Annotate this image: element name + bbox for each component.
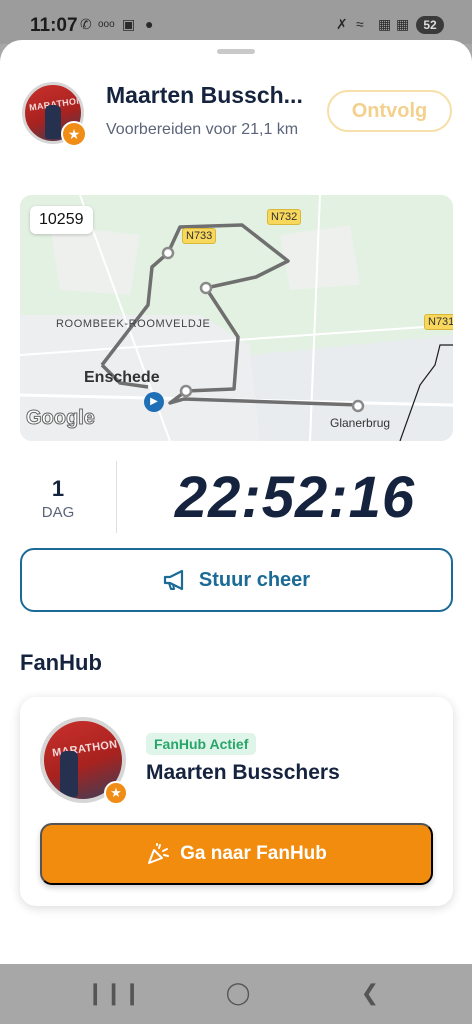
fanhub-runner-name: Maarten Busschers — [146, 761, 340, 784]
signal-icon: ▦ — [378, 16, 392, 32]
back-icon[interactable]: ❮ — [350, 980, 390, 1008]
route-map[interactable]: 10259 N733 N732 N731 ROOMBEEK-ROOMVELDJE… — [20, 195, 453, 441]
runner-sheet: MARATHON ★ Maarten Bussch... Voorbereide… — [0, 40, 472, 964]
mail-icon: ▣ — [122, 16, 136, 32]
dot-icon: ● — [145, 16, 154, 32]
district-label: ROOMBEEK-ROOMVELDJE — [56, 318, 211, 330]
bib-number: 10259 — [30, 206, 93, 234]
fanhub-card: MARATHON ★ FanHub Actief Maarten Bussche… — [20, 697, 453, 906]
home-icon[interactable]: ◯ — [218, 980, 258, 1008]
road-label: N731 — [424, 314, 453, 330]
runner-name: Maarten Bussch... — [106, 82, 303, 108]
send-cheer-label: Stuur cheer — [198, 568, 311, 591]
battery-indicator: 52 — [416, 16, 444, 34]
google-logo: Google — [26, 407, 96, 430]
days-count: 1 — [51, 476, 65, 501]
send-cheer-button[interactable]: Stuur cheer — [20, 548, 453, 612]
go-to-fanhub-label: Ga naar FanHub — [180, 843, 327, 864]
road-label: N732 — [267, 209, 302, 225]
elapsed-time: 22:52:16 — [174, 465, 416, 530]
party-popper-icon — [148, 843, 170, 864]
wifi-icon: ≈ — [356, 16, 364, 32]
road-label: N733 — [182, 228, 217, 244]
system-nav-bar: ❙❙❙ ◯ ❮ — [0, 964, 472, 1024]
town-label: Glanerbrug — [330, 416, 391, 430]
signal-icon: ▦ — [396, 16, 410, 32]
days-label: DAG — [41, 504, 75, 521]
drag-handle[interactable] — [217, 49, 255, 54]
divider — [116, 461, 117, 533]
avatar-person — [45, 105, 61, 139]
play-icon[interactable]: ▶ — [144, 392, 164, 412]
fanhub-avatar[interactable]: MARATHON ★ — [40, 717, 128, 805]
runner-avatar[interactable]: MARATHON ★ — [22, 82, 87, 147]
runner-goal: Voorbereiden voor 21,1 km — [106, 121, 299, 138]
megaphone-icon — [163, 569, 184, 591]
fanhub-section-title: FanHub — [20, 650, 102, 675]
status-time: 11:07 — [30, 15, 78, 36]
status-badge: FanHub Actief — [146, 733, 257, 755]
star-icon: ★ — [61, 121, 87, 147]
unfollow-button[interactable]: Ontvolg — [327, 90, 452, 132]
go-to-fanhub-button[interactable]: Ga naar FanHub — [40, 823, 433, 885]
news-icon: ooo — [98, 19, 115, 30]
mute-icon: ✗ — [336, 16, 348, 32]
whatsapp-icon: ✆ — [80, 16, 92, 32]
recent-apps-icon[interactable]: ❙❙❙ — [86, 980, 141, 1008]
avatar-person — [60, 751, 78, 797]
star-icon: ★ — [104, 781, 128, 805]
city-label: Enschede — [84, 369, 160, 386]
status-bar: 11:07 ✆ ooo ▣ ● ✗ ≈ ▦ ▦ 52 — [0, 0, 472, 44]
